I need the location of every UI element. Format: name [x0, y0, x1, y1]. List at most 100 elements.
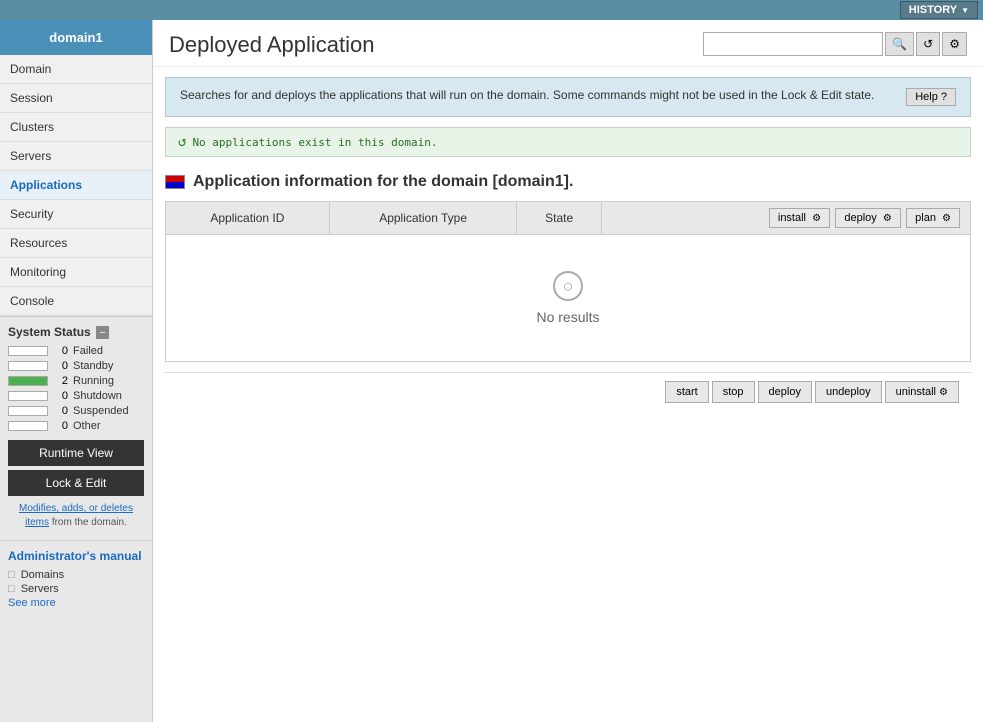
search-area: 🔍 ↺ ⚙: [703, 32, 967, 56]
shutdown-label: Shutdown: [73, 390, 122, 402]
install-icon: ⚙: [812, 213, 821, 224]
other-count: 0: [53, 420, 68, 432]
plan-button[interactable]: plan ⚙: [906, 208, 960, 228]
main-layout: domain1 Domain Session Clusters Servers …: [0, 20, 983, 722]
admin-servers-link[interactable]: □ Servers: [8, 583, 144, 595]
other-bar: [8, 421, 48, 431]
history-button[interactable]: HISTORY ▼: [900, 1, 978, 19]
sidebar-note: Modifies, adds, or deletes items from th…: [8, 500, 144, 532]
help-button[interactable]: Help ?: [906, 88, 956, 106]
sidebar: domain1 Domain Session Clusters Servers …: [0, 20, 153, 722]
other-label: Other: [73, 420, 101, 432]
runtime-view-button[interactable]: Runtime View: [8, 440, 144, 466]
sidebar-item-servers[interactable]: Servers: [0, 142, 152, 171]
no-apps-bar: ↺ No applications exist in this domain.: [165, 127, 971, 157]
standby-label: Standby: [73, 360, 113, 372]
deploy-bottom-button[interactable]: deploy: [758, 381, 812, 403]
app-table: Application ID Application Type State in…: [165, 201, 971, 362]
admin-domains-link[interactable]: □ Domains: [8, 569, 144, 581]
sidebar-nav: Domain Session Clusters Servers Applicat…: [0, 55, 152, 316]
undeploy-button[interactable]: undeploy: [815, 381, 882, 403]
note-text: from the domain.: [52, 517, 127, 528]
col-app-type: Application Type: [329, 202, 517, 235]
plan-icon: ⚙: [942, 213, 951, 224]
status-row-shutdown: 0 Shutdown: [8, 390, 144, 402]
system-status-toggle[interactable]: –: [96, 326, 110, 339]
no-results-row: ○ No results: [166, 235, 971, 362]
sidebar-item-domain[interactable]: Domain: [0, 55, 152, 84]
search-icon: 🔍: [892, 37, 907, 51]
sidebar-item-clusters[interactable]: Clusters: [0, 113, 152, 142]
no-apps-refresh-icon: ↺: [178, 134, 186, 150]
admin-manual-title: Administrator's manual: [8, 549, 144, 563]
failed-bar: [8, 346, 48, 356]
search-button[interactable]: 🔍: [885, 32, 914, 56]
domain-title[interactable]: domain1: [0, 20, 152, 55]
admin-manual-section: Administrator's manual □ Domains □ Serve…: [0, 540, 152, 619]
main-content: Deployed Application 🔍 ↺ ⚙ Searches for …: [153, 20, 983, 722]
uninstall-button[interactable]: uninstall ⚙: [885, 381, 959, 403]
failed-count: 0: [53, 345, 68, 357]
standby-bar: [8, 361, 48, 371]
shutdown-bar: [8, 391, 48, 401]
page-title: Deployed Application: [169, 32, 374, 58]
running-bar: [8, 376, 48, 386]
deploy-top-icon: ⚙: [883, 213, 892, 224]
chevron-down-icon: ▼: [961, 6, 969, 15]
start-button[interactable]: start: [665, 381, 708, 403]
domain-flag-icon: [165, 175, 185, 189]
status-row-other: 0 Other: [8, 420, 144, 432]
col-app-id: Application ID: [166, 202, 330, 235]
info-box-text: Searches for and deploys the application…: [180, 88, 898, 102]
uninstall-icon: ⚙: [939, 387, 948, 398]
no-results-label: No results: [206, 309, 930, 325]
system-status-header: System Status –: [8, 325, 144, 339]
app-info-header: Application information for the domain […: [165, 173, 971, 191]
refresh-icon: ↺: [923, 37, 933, 51]
system-status-label: System Status: [8, 325, 91, 339]
suspended-bar: [8, 406, 48, 416]
status-row-standby: 0 Standby: [8, 360, 144, 372]
admin-manual-links: □ Domains □ Servers See more: [8, 569, 144, 609]
table-header-row: Application ID Application Type State in…: [166, 202, 971, 235]
sidebar-item-security[interactable]: Security: [0, 200, 152, 229]
status-row-failed: 0 Failed: [8, 345, 144, 357]
top-bar: HISTORY ▼: [0, 0, 983, 20]
col-actions: install ⚙ deploy ⚙ plan ⚙: [601, 202, 970, 235]
install-button[interactable]: install ⚙: [769, 208, 830, 228]
sidebar-item-applications[interactable]: Applications: [0, 171, 152, 200]
sidebar-item-resources[interactable]: Resources: [0, 229, 152, 258]
gear-icon: ⚙: [949, 37, 960, 51]
status-rows: 0 Failed 0 Standby 2 Running: [8, 345, 144, 432]
see-more-link[interactable]: See more: [8, 597, 144, 609]
info-box: Searches for and deploys the application…: [165, 77, 971, 117]
settings-button[interactable]: ⚙: [942, 32, 967, 56]
standby-count: 0: [53, 360, 68, 372]
app-info-section: Application information for the domain […: [153, 165, 983, 419]
servers-icon: □: [8, 583, 15, 595]
sidebar-item-console[interactable]: Console: [0, 287, 152, 316]
stop-button[interactable]: stop: [712, 381, 755, 403]
failed-label: Failed: [73, 345, 103, 357]
suspended-label: Suspended: [73, 405, 129, 417]
sidebar-item-session[interactable]: Session: [0, 84, 152, 113]
lock-edit-button[interactable]: Lock & Edit: [8, 470, 144, 496]
status-row-running: 2 Running: [8, 375, 144, 387]
system-status-section: System Status – 0 Failed 0 Standby: [0, 316, 152, 540]
no-results-icon: ○: [553, 271, 583, 301]
search-input[interactable]: [703, 32, 883, 56]
deploy-top-button[interactable]: deploy ⚙: [835, 208, 900, 228]
status-row-suspended: 0 Suspended: [8, 405, 144, 417]
app-info-title: Application information for the domain […: [193, 173, 573, 191]
running-count: 2: [53, 375, 68, 387]
suspended-count: 0: [53, 405, 68, 417]
sidebar-item-monitoring[interactable]: Monitoring: [0, 258, 152, 287]
running-label: Running: [73, 375, 114, 387]
history-label: HISTORY: [909, 4, 957, 16]
bottom-actions: start stop deploy undeploy uninstall ⚙: [165, 372, 971, 411]
no-results-area: ○ No results: [176, 241, 960, 355]
no-apps-message: No applications exist in this domain.: [192, 136, 437, 149]
content-header: Deployed Application 🔍 ↺ ⚙: [153, 20, 983, 67]
domains-icon: □: [8, 569, 15, 581]
refresh-button[interactable]: ↺: [916, 32, 940, 56]
